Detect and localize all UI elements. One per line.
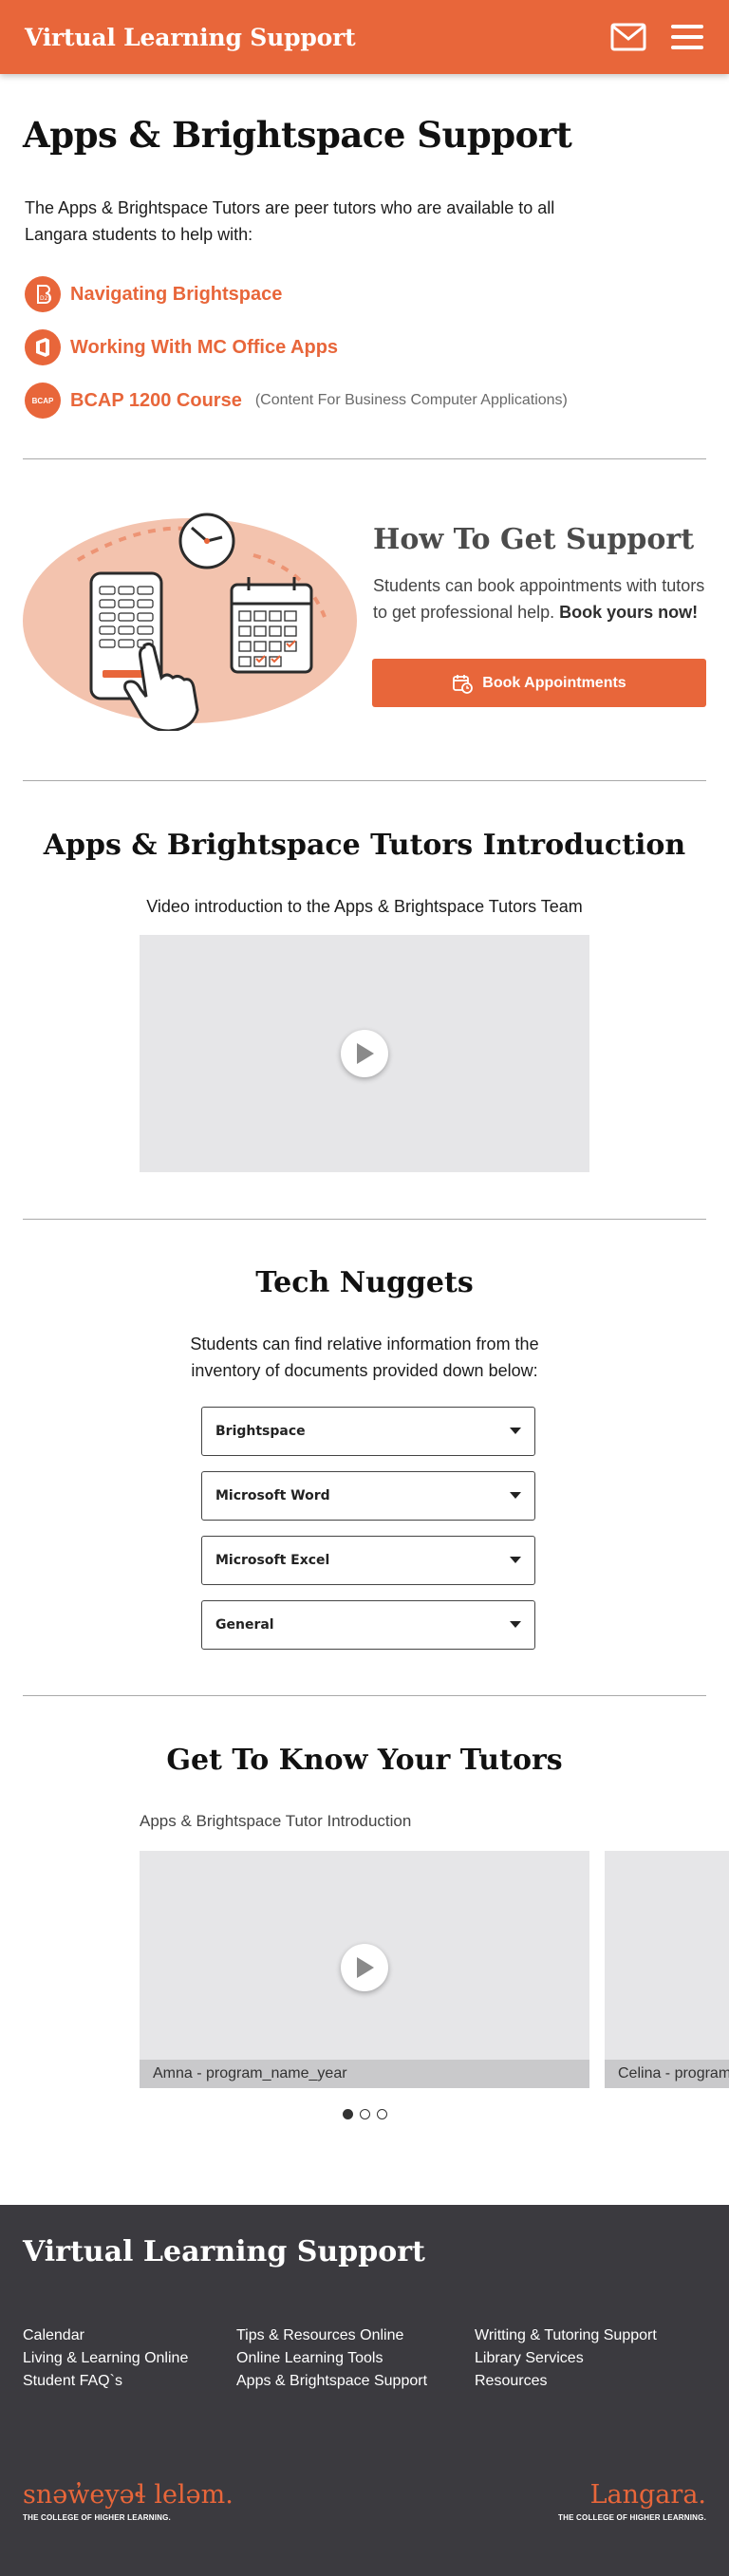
caret-down-icon bbox=[510, 1492, 521, 1499]
feature-item-bcap[interactable]: BCAP BCAP 1200 Course (Content For Busin… bbox=[25, 374, 568, 427]
bcap-icon: BCAP bbox=[25, 383, 61, 419]
dropdown-label: General bbox=[215, 1617, 274, 1633]
footer-column: Writting & Tutoring Support Library Serv… bbox=[475, 2324, 657, 2393]
footer-link[interactable]: Living & Learning Online bbox=[23, 2347, 188, 2370]
dropdown-brightspace[interactable]: Brightspace bbox=[201, 1407, 535, 1456]
dropdown-label: Microsoft Excel bbox=[215, 1553, 330, 1568]
carousel-pagination bbox=[343, 2109, 394, 2119]
carousel-dot[interactable] bbox=[377, 2109, 387, 2119]
tutor-name: Celina - program_name_year bbox=[605, 2060, 729, 2088]
calendar-clock-icon bbox=[453, 674, 474, 694]
feature-label: Navigating Brightspace bbox=[70, 283, 283, 305]
dropdown-microsoft-word[interactable]: Microsoft Word bbox=[201, 1471, 535, 1521]
caret-down-icon bbox=[510, 1557, 521, 1563]
nuggets-subtitle: Students can find relative information f… bbox=[190, 1335, 539, 1380]
feature-note: (Content For Business Computer Applicati… bbox=[254, 392, 568, 408]
feature-label: BCAP 1200 Course bbox=[70, 389, 242, 411]
footer-link[interactable]: Calendar bbox=[23, 2324, 188, 2347]
footer-link[interactable]: Student FAQ`s bbox=[23, 2370, 188, 2393]
tutor-name: Amna - program_name_year bbox=[140, 2060, 589, 2088]
dropdown-microsoft-excel[interactable]: Microsoft Excel bbox=[201, 1536, 535, 1585]
caret-down-icon bbox=[510, 1428, 521, 1434]
footer-column: Tips & Resources Online Online Learning … bbox=[236, 2324, 427, 2393]
section-divider bbox=[23, 458, 706, 459]
tutor-slide[interactable]: Amna - program_name_year bbox=[140, 1851, 589, 2088]
section-divider bbox=[23, 1219, 706, 1220]
logo-right-tagline: THE COLLEGE OF HIGHER LEARNING. bbox=[558, 2513, 706, 2522]
caret-down-icon bbox=[510, 1621, 521, 1628]
play-icon[interactable] bbox=[341, 1030, 388, 1077]
logo-left-text: snəw̓eyəɬ leləm. bbox=[23, 2480, 234, 2510]
mail-icon[interactable] bbox=[609, 18, 647, 56]
book-appointments-label: Book Appointments bbox=[482, 674, 626, 691]
footer-link[interactable]: Writting & Tutoring Support bbox=[475, 2324, 657, 2347]
introduction-video[interactable] bbox=[140, 935, 589, 1172]
footer-logo-left[interactable]: snəw̓eyəɬ leləm. THE COLLEGE OF HIGHER L… bbox=[23, 2480, 234, 2522]
tutor-slide[interactable]: Celina - program_name_year bbox=[605, 1851, 729, 2088]
footer-link[interactable]: Tips & Resources Online bbox=[236, 2324, 427, 2347]
footer-link[interactable]: Online Learning Tools bbox=[236, 2347, 427, 2370]
logo-right-text: Langara. bbox=[589, 2480, 706, 2510]
footer-link[interactable]: Library Services bbox=[475, 2347, 657, 2370]
feature-item-brightspace[interactable]: D2L Navigating Brightspace bbox=[25, 268, 568, 321]
footer-title: Virtual Learning Support bbox=[23, 2235, 425, 2268]
tutors-title: Get To Know Your Tutors bbox=[166, 1744, 563, 1777]
section-divider bbox=[23, 1695, 706, 1696]
intro-description: The Apps & Brightspace Tutors are peer t… bbox=[25, 198, 555, 244]
introduction-title: Apps & Brightspace Tutors Introduction bbox=[43, 829, 686, 862]
support-text: Students can book appointments with tuto… bbox=[373, 572, 715, 625]
svg-text:D2L: D2L bbox=[40, 295, 51, 302]
carousel-dot[interactable] bbox=[360, 2109, 370, 2119]
tutors-caption: Apps & Brightspace Tutor Introduction bbox=[140, 1812, 412, 1830]
brightspace-icon: D2L bbox=[25, 276, 61, 312]
page-title: Apps & Brightspace Support bbox=[23, 114, 572, 156]
introduction-subtitle: Video introduction to the Apps & Brights… bbox=[146, 897, 583, 916]
feature-item-office[interactable]: Working With MC Office Apps bbox=[25, 321, 568, 374]
section-divider bbox=[23, 780, 706, 781]
booking-illustration bbox=[23, 513, 357, 731]
footer-link[interactable]: Apps & Brightspace Support bbox=[236, 2370, 427, 2393]
dropdown-general[interactable]: General bbox=[201, 1600, 535, 1650]
office-icon bbox=[25, 329, 61, 365]
top-bar: Virtual Learning Support bbox=[0, 0, 729, 74]
carousel-dot[interactable] bbox=[343, 2109, 353, 2119]
support-title: How To Get Support bbox=[373, 523, 695, 556]
feature-list: D2L Navigating Brightspace Working With … bbox=[25, 268, 568, 427]
support-text-bold: Book yours now! bbox=[559, 603, 699, 622]
book-appointments-button[interactable]: Book Appointments bbox=[372, 659, 706, 707]
site-brand[interactable]: Virtual Learning Support bbox=[25, 24, 589, 51]
play-icon[interactable] bbox=[341, 1944, 388, 1991]
feature-label: Working With MC Office Apps bbox=[70, 336, 339, 358]
footer: Virtual Learning Support Calendar Living… bbox=[0, 2205, 729, 2576]
logo-left-tagline: THE COLLEGE OF HIGHER LEARNING. bbox=[23, 2513, 171, 2522]
footer-logo-right[interactable]: Langara. THE COLLEGE OF HIGHER LEARNING. bbox=[558, 2480, 706, 2522]
dropdown-label: Brightspace bbox=[215, 1424, 306, 1439]
nuggets-title: Tech Nuggets bbox=[255, 1266, 474, 1299]
menu-icon[interactable] bbox=[668, 18, 706, 56]
dropdown-label: Microsoft Word bbox=[215, 1488, 330, 1503]
footer-column: Calendar Living & Learning Online Studen… bbox=[23, 2324, 188, 2393]
footer-link[interactable]: Resources bbox=[475, 2370, 657, 2393]
